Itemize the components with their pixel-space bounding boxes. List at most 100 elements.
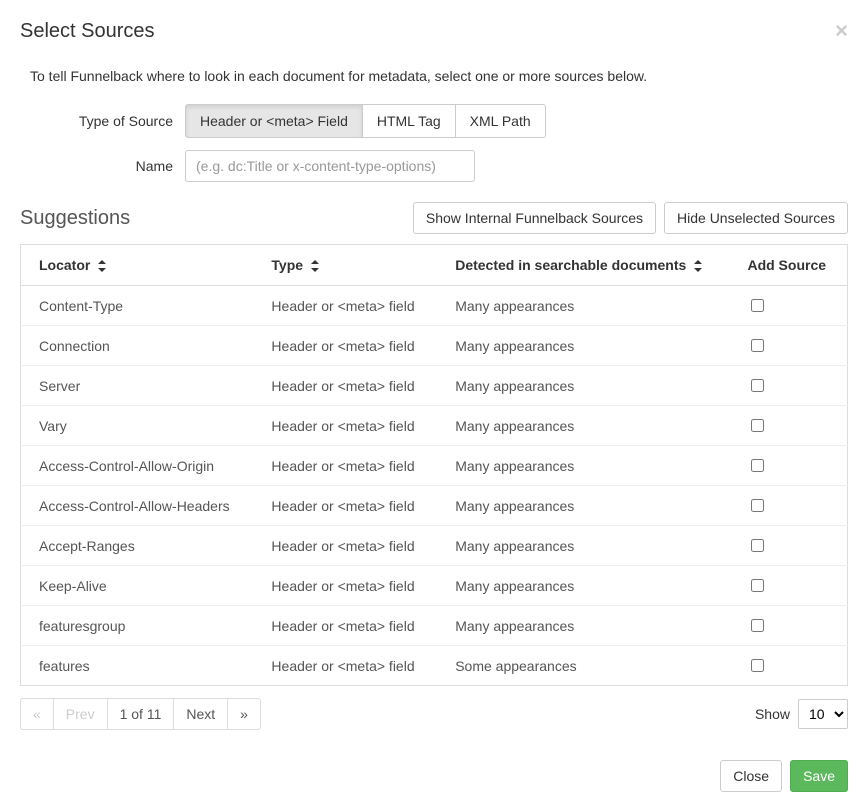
modal-description: To tell Funnelback where to look in each… [30,68,848,84]
add-source-checkbox[interactable] [751,379,764,392]
cell-add-source [729,406,847,446]
cell-type: Header or <meta> field [253,646,437,686]
table-row: Access-Control-Allow-OriginHeader or <me… [21,446,848,486]
col-add-source: Add Source [729,245,847,286]
footer-actions: Close Save [20,760,848,792]
col-add-source-label: Add Source [747,257,826,273]
col-detected-label: Detected in searchable documents [455,257,686,273]
show-label: Show [755,706,790,722]
cell-type: Header or <meta> field [253,526,437,566]
cell-detected: Many appearances [437,446,729,486]
cell-detected: Many appearances [437,486,729,526]
cell-locator: Server [21,366,254,406]
close-icon[interactable]: × [835,20,848,42]
save-button[interactable]: Save [790,760,848,792]
source-type-xml-path[interactable]: XML Path [455,104,546,138]
cell-detected: Many appearances [437,366,729,406]
name-label: Name [20,158,185,174]
cell-add-source [729,366,847,406]
cell-locator: Access-Control-Allow-Origin [21,446,254,486]
chevron-double-right-icon [240,706,248,722]
last-page-button[interactable] [227,698,261,730]
cell-add-source [729,566,847,606]
form-row-name: Name [20,150,848,182]
cell-locator: Vary [21,406,254,446]
table-row: VaryHeader or <meta> fieldMany appearanc… [21,406,848,446]
cell-detected: Many appearances [437,566,729,606]
add-source-checkbox[interactable] [751,539,764,552]
sort-icon [311,260,321,272]
form-row-type: Type of Source Header or <meta> Field HT… [20,104,848,138]
table-row: Accept-RangesHeader or <meta> fieldMany … [21,526,848,566]
name-input[interactable] [185,150,475,182]
col-locator-label: Locator [39,257,90,273]
cell-detected: Many appearances [437,406,729,446]
source-type-toggle: Header or <meta> Field HTML Tag XML Path [185,104,546,138]
add-source-checkbox[interactable] [751,619,764,632]
add-source-checkbox[interactable] [751,419,764,432]
cell-detected: Some appearances [437,646,729,686]
col-locator[interactable]: Locator [21,245,254,286]
suggestions-actions: Show Internal Funnelback Sources Hide Un… [413,202,848,234]
cell-type: Header or <meta> field [253,286,437,326]
cell-locator: Accept-Ranges [21,526,254,566]
cell-locator: features [21,646,254,686]
table-row: Content-TypeHeader or <meta> fieldMany a… [21,286,848,326]
cell-locator: Access-Control-Allow-Headers [21,486,254,526]
show-control: Show 10 [755,699,848,729]
cell-locator: Content-Type [21,286,254,326]
cell-add-source [729,646,847,686]
cell-detected: Many appearances [437,326,729,366]
cell-type: Header or <meta> field [253,326,437,366]
add-source-checkbox[interactable] [751,459,764,472]
first-page-button[interactable] [20,698,54,730]
add-source-checkbox[interactable] [751,579,764,592]
table-row: Access-Control-Allow-HeadersHeader or <m… [21,486,848,526]
chevron-double-left-icon [33,706,41,722]
table-row: Keep-AliveHeader or <meta> fieldMany app… [21,566,848,606]
cell-detected: Many appearances [437,286,729,326]
show-select[interactable]: 10 [798,699,848,729]
suggestions-title: Suggestions [20,207,130,230]
next-page-button[interactable]: Next [173,698,228,730]
add-source-checkbox[interactable] [751,339,764,352]
cell-locator: Connection [21,326,254,366]
source-type-html-tag[interactable]: HTML Tag [362,104,456,138]
show-internal-sources-button[interactable]: Show Internal Funnelback Sources [413,202,656,234]
modal-title: Select Sources [20,20,155,43]
suggestions-table: Locator Type Detected in searchable docu… [20,244,848,686]
table-row: featuresHeader or <meta> fieldSome appea… [21,646,848,686]
cell-locator: featuresgroup [21,606,254,646]
sort-icon [98,260,108,272]
add-source-checkbox[interactable] [751,299,764,312]
page-info: 1 of 11 [107,698,175,730]
table-row: ServerHeader or <meta> fieldMany appeara… [21,366,848,406]
sort-icon [694,260,704,272]
prev-page-button[interactable]: Prev [53,698,108,730]
col-detected[interactable]: Detected in searchable documents [437,245,729,286]
cell-detected: Many appearances [437,526,729,566]
cell-add-source [729,326,847,366]
hide-unselected-sources-button[interactable]: Hide Unselected Sources [664,202,848,234]
cell-locator: Keep-Alive [21,566,254,606]
cell-add-source [729,526,847,566]
modal-header: Select Sources × [20,20,848,58]
cell-type: Header or <meta> field [253,606,437,646]
table-row: featuresgroupHeader or <meta> fieldMany … [21,606,848,646]
source-type-header-meta[interactable]: Header or <meta> Field [185,104,363,138]
cell-type: Header or <meta> field [253,486,437,526]
cell-add-source [729,286,847,326]
col-type[interactable]: Type [253,245,437,286]
close-button[interactable]: Close [720,760,782,792]
pagination-row: Prev 1 of 11 Next Show 10 [20,698,848,730]
cell-type: Header or <meta> field [253,446,437,486]
col-type-label: Type [271,257,303,273]
cell-type: Header or <meta> field [253,406,437,446]
cell-add-source [729,486,847,526]
pagination: Prev 1 of 11 Next [20,698,261,730]
cell-detected: Many appearances [437,606,729,646]
add-source-checkbox[interactable] [751,499,764,512]
add-source-checkbox[interactable] [751,659,764,672]
suggestions-header: Suggestions Show Internal Funnelback Sou… [20,202,848,234]
cell-add-source [729,606,847,646]
